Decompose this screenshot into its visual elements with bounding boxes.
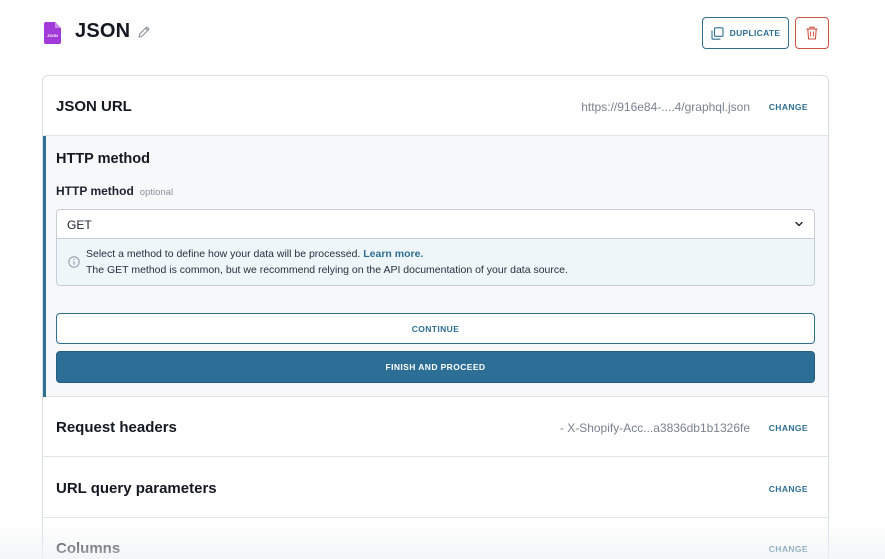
info-text: Select a method to define how your data … xyxy=(86,248,361,260)
page-header: JSON JSON DUPLICATE xyxy=(0,0,885,70)
duplicate-label: DUPLICATE xyxy=(729,28,781,38)
page-title: JSON xyxy=(75,20,131,42)
continue-button[interactable]: CONTINUE xyxy=(56,313,815,344)
chevron-down-icon xyxy=(795,221,803,227)
copy-icon xyxy=(711,26,724,40)
duplicate-button[interactable]: DUPLICATE xyxy=(702,17,789,49)
edit-pencil-icon[interactable] xyxy=(137,25,151,39)
file-icon-label: JSON xyxy=(47,33,58,38)
http-method-info-box: Select a method to define how your data … xyxy=(56,239,815,286)
columns-change-button[interactable]: CHANGE xyxy=(769,544,808,554)
http-method-selected-value: GET xyxy=(67,218,92,232)
url-query-title: URL query parameters xyxy=(56,480,217,497)
http-method-select[interactable]: GET xyxy=(56,209,815,239)
info-text-line2: The GET method is common, but we recomme… xyxy=(86,264,568,276)
url-query-change-button[interactable]: CHANGE xyxy=(769,484,808,494)
columns-row[interactable]: Columns CHANGE xyxy=(43,518,828,559)
delete-button[interactable] xyxy=(795,17,829,49)
json-file-icon: JSON xyxy=(44,22,61,44)
http-method-controls: GET Select a method to define how your d… xyxy=(43,76,828,476)
trash-icon xyxy=(806,26,818,40)
info-text-line1: Select a method to define how your data … xyxy=(86,248,423,260)
finish-and-proceed-button[interactable]: FINISH AND PROCEED xyxy=(56,351,815,383)
learn-more-link[interactable]: Learn more. xyxy=(363,248,423,260)
info-icon xyxy=(68,256,80,268)
columns-title: Columns xyxy=(56,540,121,557)
